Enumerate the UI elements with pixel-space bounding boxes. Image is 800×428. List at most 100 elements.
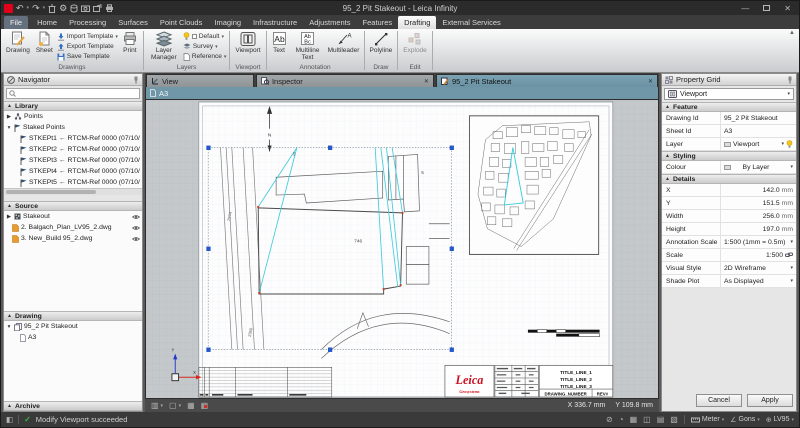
- settings-gear-icon[interactable]: ⚙: [59, 1, 67, 15]
- expander-icon[interactable]: ▾: [6, 324, 12, 330]
- tree-item-stkept2[interactable]: STKEPt2 ← RTCM-Ref 0000 (07/10/: [4, 144, 142, 155]
- tab-processing[interactable]: Processing: [63, 16, 112, 29]
- tab-infrastructure[interactable]: Infrastructure: [247, 16, 303, 29]
- view-mode-icon[interactable]: ▢: [169, 401, 177, 410]
- layer-dropdown-icon[interactable]: ▾: [221, 34, 224, 40]
- tree-item-stakeout[interactable]: ▶ Stakeout: [4, 211, 142, 222]
- text-button[interactable]: Ab Text: [270, 30, 289, 55]
- tab-home[interactable]: Home: [31, 16, 63, 29]
- tab-file[interactable]: File: [4, 16, 28, 29]
- polyline-button[interactable]: Polyline: [368, 30, 395, 55]
- archive-section-header[interactable]: ▲ Archive: [4, 401, 142, 411]
- visual-style-icon[interactable]: ▥: [151, 401, 159, 410]
- apply-button[interactable]: Apply: [747, 394, 793, 407]
- distance-unit-selector[interactable]: Meter▾: [691, 416, 724, 423]
- tree-item-staked-points[interactable]: ▾ Staked Points: [4, 122, 142, 133]
- chevron-down-icon[interactable]: ▾: [790, 164, 793, 170]
- reference-dropdown-icon[interactable]: ▾: [224, 54, 227, 60]
- doc-tab-pit-stakeout[interactable]: 95_2 Pit Stakeout ✕: [436, 74, 658, 87]
- folder-status-icon[interactable]: ▧: [670, 415, 678, 424]
- export-template-button[interactable]: Export Template: [57, 42, 118, 51]
- tree-item-dwg-balgach[interactable]: 2. Balgach_Plan_LV95_2.dwg: [4, 222, 142, 233]
- source-section-header[interactable]: ▲ Source: [4, 201, 142, 211]
- import-template-dropdown-icon[interactable]: ▾: [115, 34, 118, 40]
- drawing-canvas[interactable]: N 7974 2360: [145, 100, 659, 399]
- selected-object-dropdown[interactable]: Viewport ▾: [664, 88, 794, 100]
- maximize-button[interactable]: [763, 5, 770, 11]
- grid-toggle-icon[interactable]: ▦: [187, 401, 195, 410]
- layer-checkbox[interactable]: [192, 34, 197, 39]
- active-layer-selector[interactable]: Default▾: [183, 32, 227, 41]
- eye-icon[interactable]: [132, 236, 140, 242]
- archive-database-icon[interactable]: [70, 4, 78, 13]
- tree-item-points[interactable]: ▶ Points: [4, 111, 142, 122]
- sheet-header-a3[interactable]: A3: [145, 87, 659, 100]
- library-section-header[interactable]: ▲ Library: [4, 101, 142, 111]
- tree-item-dwg-newbuild[interactable]: 3. New_Build 95_2.dwg: [4, 233, 142, 244]
- survey-dropdown-icon[interactable]: ▾: [215, 44, 218, 50]
- details-section-header[interactable]: ▲ Details: [662, 174, 796, 184]
- lightbulb-icon[interactable]: [786, 140, 793, 149]
- panels-status-icon[interactable]: ◫: [643, 415, 651, 424]
- horizontal-scrollbar[interactable]: [4, 188, 142, 195]
- scrollbar-thumb[interactable]: [6, 190, 96, 194]
- cancel-button[interactable]: Cancel: [696, 394, 742, 407]
- chevron-down-icon[interactable]: ▾: [787, 91, 790, 97]
- tab-drafting[interactable]: Drafting: [398, 16, 436, 29]
- multileader-button[interactable]: A Multileader: [327, 30, 361, 55]
- pin-icon[interactable]: [133, 76, 139, 84]
- tree-item-stkept3[interactable]: STKEPt3 ← RTCM-Ref 0000 (07/10/: [4, 155, 142, 166]
- chevron-down-icon[interactable]: ▾: [790, 278, 793, 284]
- tab-imaging[interactable]: Imaging: [208, 16, 247, 29]
- save-template-button[interactable]: Save Template: [57, 52, 118, 61]
- tree-item-stkept1[interactable]: STKEPt1 ← RTCM-Ref 0000 (07/10/: [4, 133, 142, 144]
- eye-icon[interactable]: [132, 214, 140, 220]
- tree-item-stkept4[interactable]: STKEPt4 ← RTCM-Ref 0000 (07/10/: [4, 166, 142, 177]
- print-quick-icon[interactable]: [105, 4, 114, 12]
- redo-dropdown-icon[interactable]: ▾: [43, 1, 46, 15]
- tab-adjustments[interactable]: Adjustments: [303, 16, 356, 29]
- export-icon[interactable]: [93, 4, 102, 12]
- sheet-button[interactable]: Sheet: [34, 30, 55, 55]
- drawing-button[interactable]: Drawing: [4, 30, 32, 55]
- pin-icon[interactable]: [787, 76, 793, 84]
- delete-icon[interactable]: [48, 4, 56, 13]
- viewport-button[interactable]: Viewport: [233, 30, 262, 55]
- tab-features[interactable]: Features: [357, 16, 399, 29]
- snap-grid-icon[interactable]: ▦: [201, 401, 209, 410]
- orbit-icon[interactable]: ◔: [619, 415, 624, 424]
- angle-unit-selector[interactable]: ∠ Gons▾: [730, 416, 760, 424]
- tree-item-drawing-root[interactable]: ▾ 95_2 Pit Stakeout: [4, 321, 142, 332]
- multiline-text-button[interactable]: AbBc Multiline Text: [291, 30, 325, 62]
- camera-icon[interactable]: [81, 4, 90, 12]
- tab-external-services[interactable]: External Services: [436, 16, 506, 29]
- close-tab-icon[interactable]: ✕: [648, 78, 653, 85]
- grid-status-icon[interactable]: ▦: [630, 415, 638, 424]
- feature-section-header[interactable]: ▲ Feature: [662, 102, 796, 112]
- styling-section-header[interactable]: ▲ Styling: [662, 151, 796, 161]
- doc-tab-inspector[interactable]: Inspector ✕: [256, 74, 434, 87]
- drawing-section-header[interactable]: ▲ Drawing: [4, 311, 142, 321]
- reference-layer-button[interactable]: Reference▾: [183, 52, 227, 61]
- print-button[interactable]: Print: [120, 30, 140, 55]
- minimize-button[interactable]: —: [741, 4, 749, 13]
- crs-selector[interactable]: ⊕ LV95▾: [766, 416, 794, 424]
- ribbon-collapse-icon[interactable]: ▲: [789, 30, 795, 36]
- doc-tab-view[interactable]: View: [146, 74, 254, 87]
- redo-icon[interactable]: ↷: [32, 1, 40, 15]
- navigator-search[interactable]: [6, 88, 140, 99]
- report-icon[interactable]: ▤: [657, 415, 665, 424]
- dropdown-icon[interactable]: ▾: [179, 403, 182, 409]
- undo-icon[interactable]: ↶: [16, 1, 24, 15]
- expander-icon[interactable]: ▶: [6, 214, 12, 220]
- chevron-down-icon[interactable]: ▾: [790, 265, 793, 271]
- explode-button[interactable]: Explode: [401, 30, 429, 55]
- panel-toggle-icon[interactable]: ◧: [6, 415, 13, 424]
- expander-icon[interactable]: ▾: [6, 125, 12, 131]
- tab-surfaces[interactable]: Surfaces: [112, 16, 154, 29]
- scale-link-icon[interactable]: [785, 251, 793, 259]
- tree-item-stkept5[interactable]: STKEPt5 ← RTCM-Ref 0000 (07/10/: [4, 177, 142, 188]
- tab-point-clouds[interactable]: Point Clouds: [154, 16, 209, 29]
- dropdown-icon[interactable]: ▾: [161, 403, 164, 409]
- eye-icon[interactable]: [132, 225, 140, 231]
